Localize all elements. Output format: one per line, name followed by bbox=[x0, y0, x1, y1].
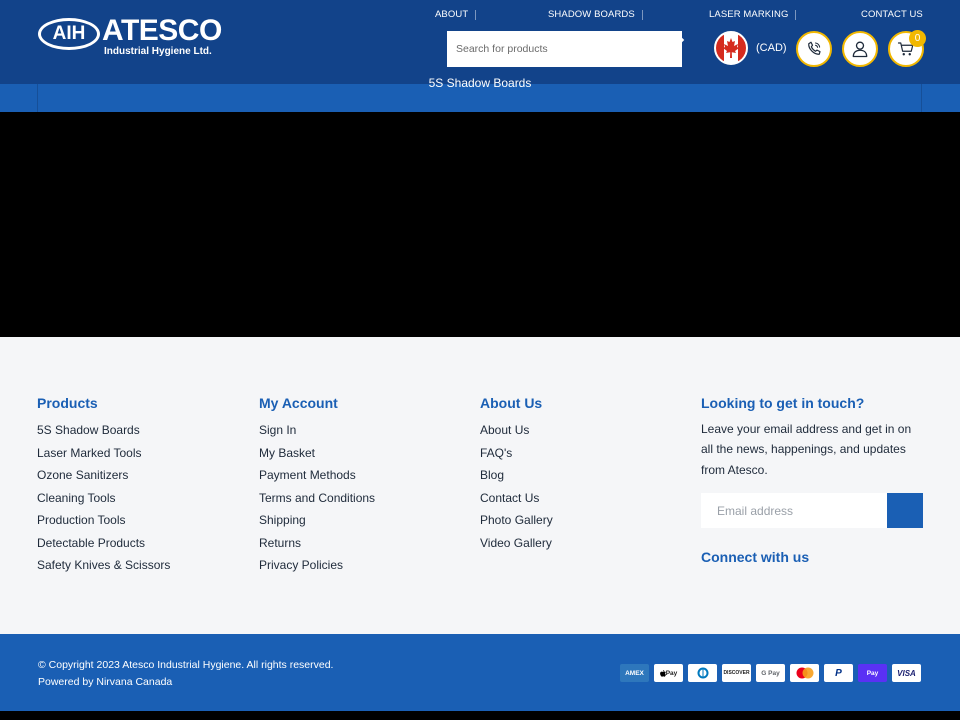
footer-link[interactable]: Production Tools bbox=[37, 509, 170, 532]
account-button[interactable] bbox=[842, 31, 878, 67]
nav-shadow-boards-link[interactable]: Shadow Boards bbox=[548, 9, 635, 20]
footer-account-title: My Account bbox=[259, 395, 338, 411]
footer-link-text[interactable]: Payment Methods bbox=[259, 468, 356, 482]
footer-link-text[interactable]: Detectable Products bbox=[37, 536, 145, 550]
footer-about-column: About Us About Us FAQ's Blog Contact Us … bbox=[480, 395, 553, 554]
footer-link[interactable]: Returns bbox=[259, 532, 375, 555]
footer-link-text[interactable]: Privacy Policies bbox=[259, 558, 343, 572]
footer-link-text[interactable]: Terms and Conditions bbox=[259, 491, 375, 505]
footer-bottom-bar: © Copyright 2023 Atesco Industrial Hygie… bbox=[0, 634, 960, 711]
footer-touch-title: Looking to get in touch? bbox=[701, 395, 865, 411]
footer-link-text[interactable]: Returns bbox=[259, 536, 301, 550]
logo-oval: AIH bbox=[38, 18, 100, 50]
footer-link-text[interactable]: Sign In bbox=[259, 423, 296, 437]
shop-pay-icon: Pay bbox=[858, 664, 887, 682]
logo-wordmark: ATESCO bbox=[102, 14, 222, 47]
footer-link[interactable]: Sign In bbox=[259, 419, 375, 442]
footer-link[interactable]: Payment Methods bbox=[259, 464, 375, 487]
nav-contact-us-link[interactable]: Contact Us bbox=[861, 9, 923, 20]
diners-club-icon bbox=[688, 664, 717, 682]
cart-count-badge: 0 bbox=[909, 30, 926, 47]
footer-link[interactable]: Privacy Policies bbox=[259, 554, 375, 577]
footer-link-text[interactable]: Photo Gallery bbox=[480, 513, 553, 527]
category-nav: 5S Shadow Boards bbox=[0, 76, 960, 112]
footer-link-text[interactable]: Cleaning Tools bbox=[37, 491, 116, 505]
newsletter-form bbox=[701, 493, 923, 528]
apple-pay-label: Pay bbox=[665, 669, 678, 677]
footer-account-column: My Account Sign In My Basket Payment Met… bbox=[259, 395, 375, 577]
amex-icon: AMEX bbox=[620, 664, 649, 682]
powered-by-text: Powered by Nirvana Canada bbox=[38, 676, 173, 688]
mastercard-icon bbox=[790, 664, 819, 682]
footer-link[interactable]: FAQ's bbox=[480, 442, 553, 465]
site-header: AIH ATESCO Industrial Hygiene Ltd. About… bbox=[0, 0, 960, 84]
footer-link[interactable]: Photo Gallery bbox=[480, 509, 553, 532]
copyright-text: © Copyright 2023 Atesco Industrial Hygie… bbox=[38, 659, 334, 671]
user-icon bbox=[852, 41, 868, 58]
nav-separator bbox=[475, 10, 477, 20]
footer-link[interactable]: About Us bbox=[480, 419, 553, 442]
maple-leaf-icon bbox=[723, 38, 739, 58]
connect-heading: Connect with us bbox=[701, 549, 810, 565]
canada-flag-icon[interactable] bbox=[714, 31, 748, 65]
currency-label[interactable]: (CAD) bbox=[756, 42, 787, 54]
nav-contact-us[interactable]: Contact Us bbox=[861, 9, 923, 21]
footer-link-text[interactable]: Contact Us bbox=[480, 491, 539, 505]
footer-link-text[interactable]: Shipping bbox=[259, 513, 306, 527]
footer-link[interactable]: Cleaning Tools bbox=[37, 487, 170, 510]
footer-about-title: About Us bbox=[480, 395, 543, 411]
nav-separator bbox=[795, 10, 797, 20]
footer-products-column: Products 5S Shadow Boards Laser Marked T… bbox=[37, 395, 170, 577]
footer-link[interactable]: Video Gallery bbox=[480, 532, 553, 555]
footer-link-text[interactable]: About Us bbox=[480, 423, 529, 437]
nav-laser-marking[interactable]: Laser Marking bbox=[709, 9, 797, 21]
footer-link-text[interactable]: Ozone Sanitizers bbox=[37, 468, 128, 482]
footer-link[interactable]: Safety Knives & Scissors bbox=[37, 554, 170, 577]
email-field[interactable] bbox=[701, 493, 887, 528]
subscribe-button[interactable] bbox=[887, 493, 923, 528]
nav-separator bbox=[641, 10, 643, 20]
phone-button[interactable] bbox=[796, 31, 832, 67]
visa-icon: VISA bbox=[892, 664, 921, 682]
search-input[interactable] bbox=[447, 31, 682, 67]
nav-shadow-boards[interactable]: Shadow Boards bbox=[548, 9, 643, 21]
footer-link[interactable]: Contact Us bbox=[480, 487, 553, 510]
footer-link-text[interactable]: Production Tools bbox=[37, 513, 126, 527]
page-bottom-strip bbox=[0, 711, 960, 720]
footer-link-text[interactable]: FAQ's bbox=[480, 446, 512, 460]
footer-link-text[interactable]: My Basket bbox=[259, 446, 315, 460]
copyright-block: © Copyright 2023 Atesco Industrial Hygie… bbox=[38, 657, 333, 691]
site-logo[interactable]: AIH ATESCO Industrial Hygiene Ltd. bbox=[38, 14, 222, 60]
logo-subtitle: Industrial Hygiene Ltd. bbox=[104, 46, 212, 57]
footer-link[interactable]: Laser Marked Tools bbox=[37, 442, 170, 465]
apple-pay-icon: Pay bbox=[654, 664, 683, 682]
footer-link-text[interactable]: Laser Marked Tools bbox=[37, 446, 142, 460]
footer-touch-text: Leave your email address and get in on a… bbox=[701, 422, 912, 477]
footer-link-text[interactable]: Blog bbox=[480, 468, 504, 482]
discover-icon: DISCOVER bbox=[722, 664, 751, 682]
footer-link[interactable]: Blog bbox=[480, 464, 553, 487]
footer-link[interactable]: Terms and Conditions bbox=[259, 487, 375, 510]
nav-laser-marking-link[interactable]: Laser Marking bbox=[709, 9, 788, 20]
nav-about-link[interactable]: About bbox=[435, 9, 468, 20]
footer-link-text[interactable]: Video Gallery bbox=[480, 536, 552, 550]
footer-products-title: Products bbox=[37, 395, 98, 411]
paypal-icon: P bbox=[824, 664, 853, 682]
footer-link[interactable]: My Basket bbox=[259, 442, 375, 465]
footer-link[interactable]: Detectable Products bbox=[37, 532, 170, 555]
phone-icon bbox=[808, 41, 821, 55]
footer-link[interactable]: 5S Shadow Boards bbox=[37, 419, 170, 442]
footer-link-text[interactable]: Safety Knives & Scissors bbox=[37, 558, 170, 572]
payment-methods: AMEX Pay DISCOVER G Pay P Pay VISA bbox=[620, 664, 921, 682]
google-pay-icon: G Pay bbox=[756, 664, 785, 682]
footer-link[interactable]: Ozone Sanitizers bbox=[37, 464, 170, 487]
subnav-5s-shadow-boards[interactable]: 5S Shadow Boards bbox=[0, 76, 960, 90]
nav-about[interactable]: About bbox=[435, 9, 477, 21]
footer-contact-column: Looking to get in touch? Leave your emai… bbox=[701, 395, 926, 480]
footer-link[interactable]: Shipping bbox=[259, 509, 375, 532]
hero-banner bbox=[0, 112, 960, 337]
footer-link-text[interactable]: 5S Shadow Boards bbox=[37, 423, 140, 437]
